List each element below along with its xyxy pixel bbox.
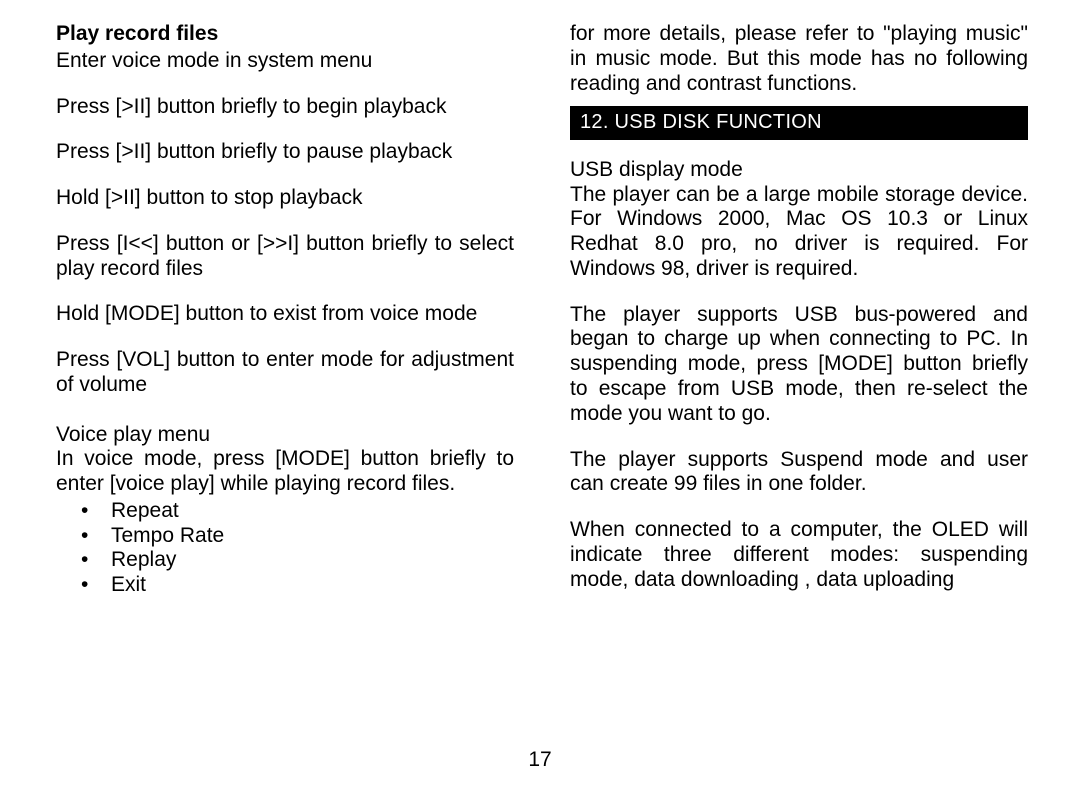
usb-display-mode-label: USB display mode <box>570 158 1028 183</box>
page-number: 17 <box>0 748 1080 773</box>
para-begin-playback: Press [>II] button briefly to begin play… <box>56 95 514 120</box>
para-bus-powered: The player supports USB bus-powered and … <box>570 303 1028 427</box>
voice-play-menu-label: Voice play menu <box>56 423 514 448</box>
para-oled-modes: When connected to a computer, the OLED w… <box>570 518 1028 592</box>
usb-disk-function-heading: 12. USB DISK FUNCTION <box>570 106 1028 140</box>
para-exit-voice: Hold [MODE] button to exist from voice m… <box>56 302 514 327</box>
para-enter-voice: Enter voice mode in system menu <box>56 49 514 74</box>
usb-display-block: USB display mode The player can be a lar… <box>570 158 1028 282</box>
para-more-details: for more details, please refer to "playi… <box>570 22 1028 96</box>
page-columns: Play record files Enter voice mode in sy… <box>56 22 1028 613</box>
para-pause-playback: Press [>II] button briefly to pause play… <box>56 140 514 165</box>
voice-play-menu-list: Repeat Tempo Rate Replay Exit <box>56 499 514 598</box>
para-stop-playback: Hold [>II] button to stop playback <box>56 186 514 211</box>
right-column: for more details, please refer to "playi… <box>570 22 1028 613</box>
voice-play-menu-desc: In voice mode, press [MODE] button brief… <box>56 447 514 497</box>
usb-display-mode-desc: The player can be a large mobile storage… <box>570 183 1028 282</box>
play-record-files-heading: Play record files <box>56 22 514 47</box>
list-item: Tempo Rate <box>81 524 514 549</box>
para-volume: Press [VOL] button to enter mode for adj… <box>56 348 514 398</box>
para-select-files: Press [I<<] button or [>>I] button brief… <box>56 232 514 282</box>
para-suspend-mode: The player supports Suspend mode and use… <box>570 448 1028 498</box>
voice-play-menu-block: Voice play menu In voice mode, press [MO… <box>56 423 514 497</box>
list-item: Exit <box>81 573 514 598</box>
list-item: Replay <box>81 548 514 573</box>
list-item: Repeat <box>81 499 514 524</box>
left-column: Play record files Enter voice mode in sy… <box>56 22 514 613</box>
